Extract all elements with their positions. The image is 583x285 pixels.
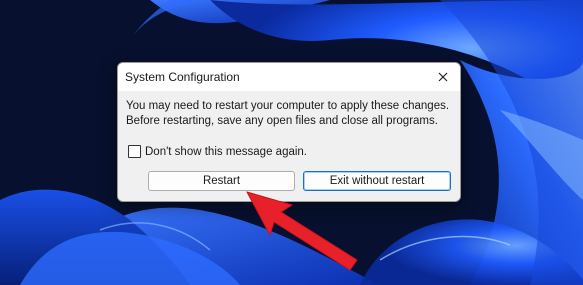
exit-without-restart-button[interactable]: Exit without restart (303, 171, 451, 191)
message-line-2: Before restarting, save any open files a… (126, 115, 438, 127)
system-configuration-dialog: System Configuration You may need to res… (117, 62, 461, 202)
close-button[interactable] (432, 66, 454, 88)
desktop: System Configuration You may need to res… (0, 0, 583, 285)
dont-show-again-label[interactable]: Don't show this message again. (145, 146, 307, 158)
dialog-titlebar[interactable]: System Configuration (118, 63, 460, 91)
dont-show-again-row[interactable]: Don't show this message again. (128, 145, 307, 158)
restart-button[interactable]: Restart (148, 171, 295, 191)
message-line-1: You may need to restart your computer to… (126, 100, 450, 112)
dialog-title: System Configuration (125, 70, 240, 84)
dialog-body: You may need to restart your computer to… (118, 91, 460, 201)
close-icon (438, 72, 448, 82)
dont-show-again-checkbox[interactable] (128, 145, 141, 158)
